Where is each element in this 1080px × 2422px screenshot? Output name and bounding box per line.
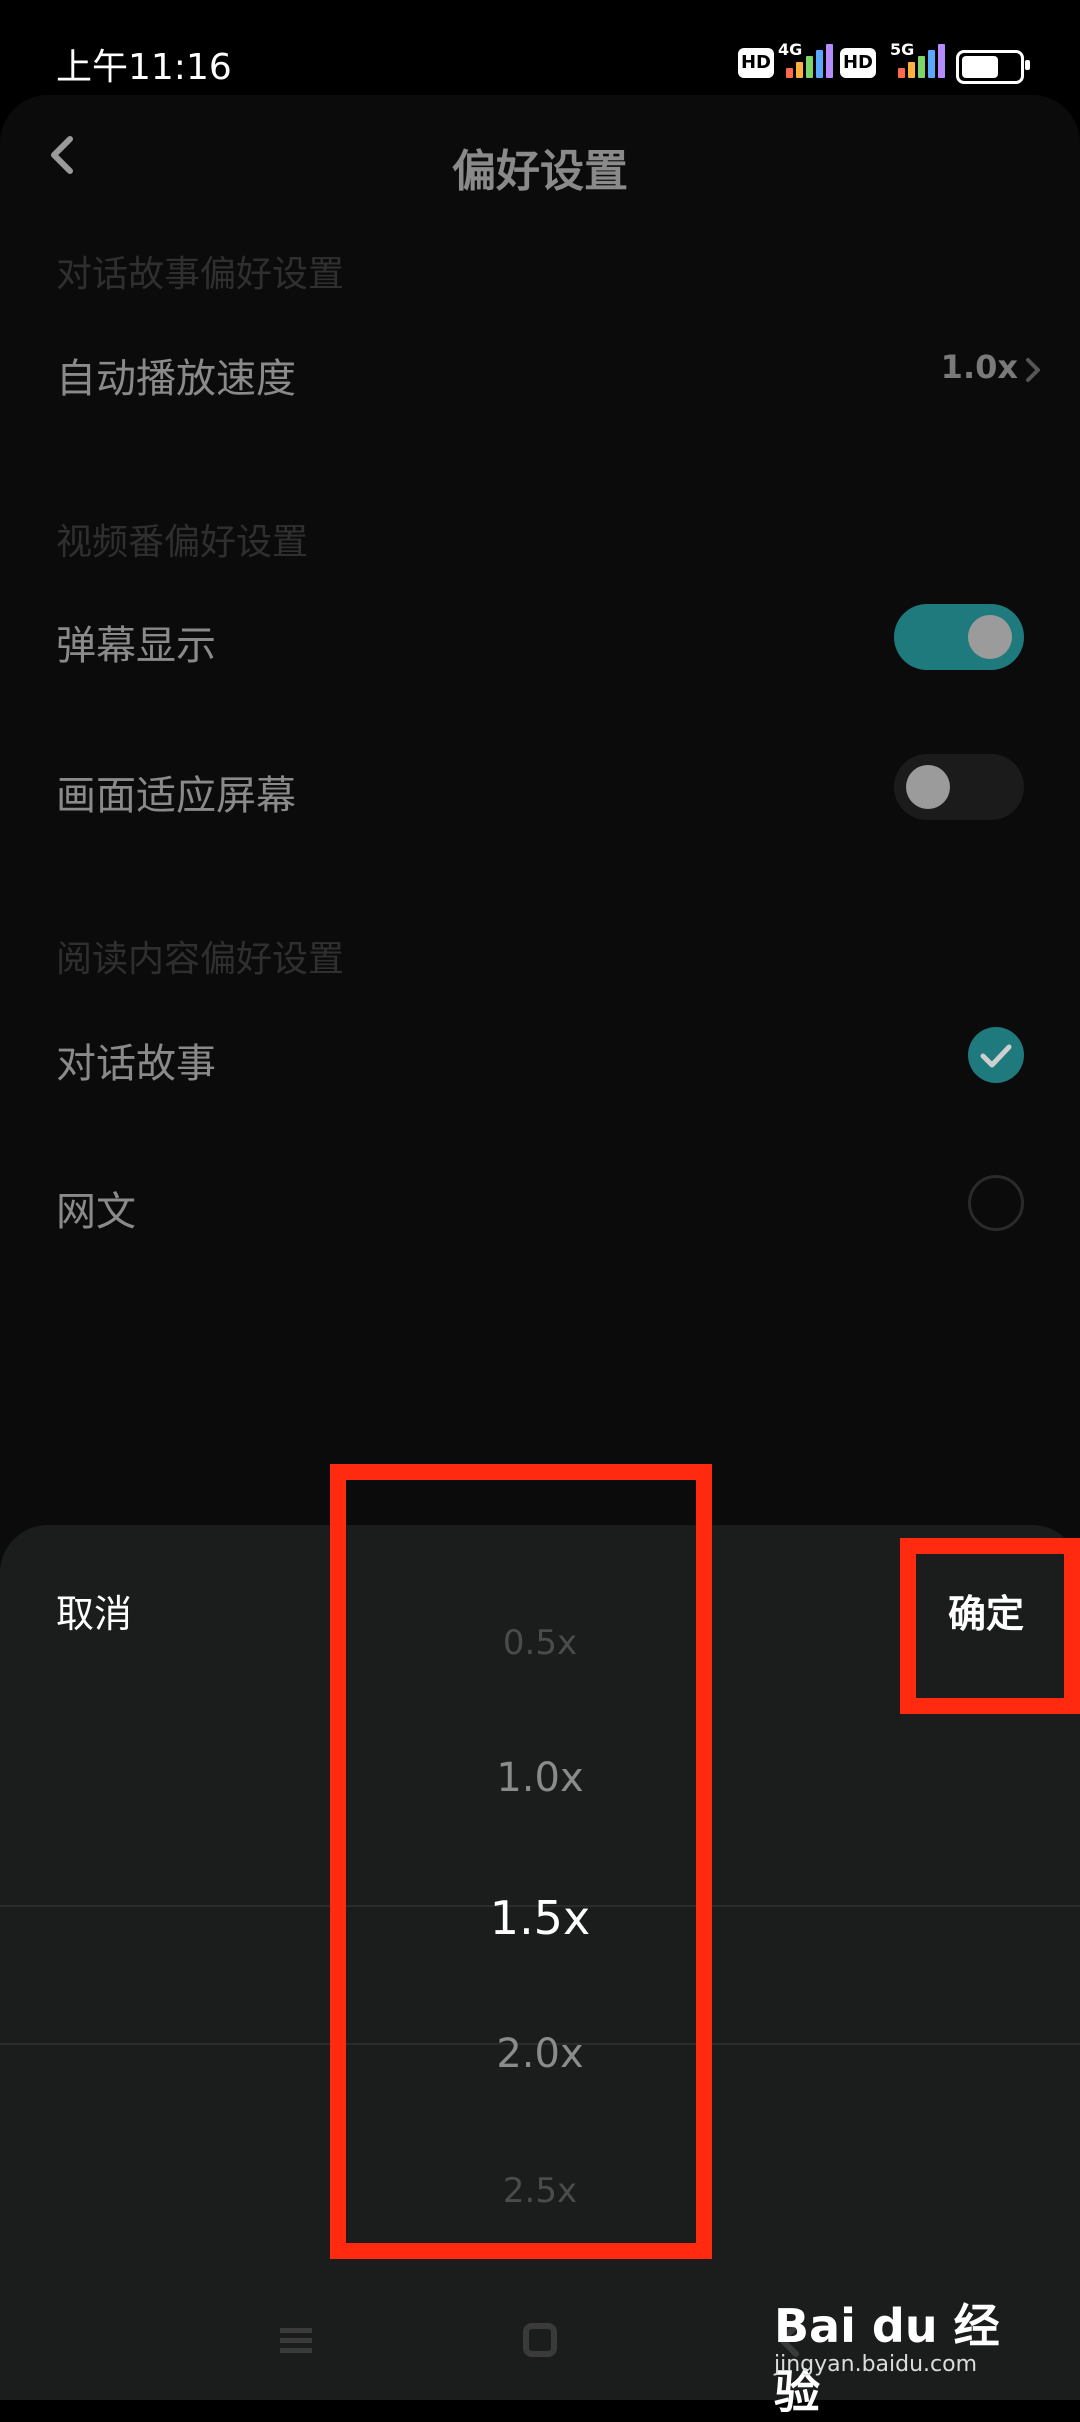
auto-play-speed-label: 自动播放速度 <box>56 356 296 402</box>
status-time: 上午11:16 <box>56 47 232 88</box>
section-title-video: 视频番偏好设置 <box>56 522 309 563</box>
annotation-frame-confirm <box>900 1538 1080 1714</box>
signal-bars-2-icon <box>898 44 946 78</box>
row-web-novel[interactable]: 网文 <box>0 1143 1080 1263</box>
web-novel-label: 网文 <box>56 1189 136 1235</box>
chevron-right-icon <box>1026 358 1040 382</box>
checkmark-icon <box>980 1044 1012 1068</box>
hd-badge-1: HD <box>738 48 774 78</box>
home-nav-icon[interactable] <box>520 2320 560 2360</box>
header: 偏好设置 <box>0 95 1080 215</box>
fit-screen-label: 画面适应屏幕 <box>56 773 296 819</box>
row-fit-screen: 画面适应屏幕 <box>0 727 1080 847</box>
danmaku-toggle[interactable] <box>894 604 1024 670</box>
baidu-jingyan-watermark: Bai du 经验 jingyan.baidu.com <box>774 2290 1024 2419</box>
row-auto-play-speed[interactable]: 自动播放速度 1.0x <box>0 310 1080 430</box>
dialogue-story-check[interactable] <box>968 1027 1024 1083</box>
dialogue-story-label: 对话故事 <box>56 1041 216 1087</box>
signal-bars-1-icon <box>786 44 834 78</box>
page-title: 偏好设置 <box>452 146 628 197</box>
watermark-url: jingyan.baidu.com <box>774 2352 978 2377</box>
web-novel-radio[interactable] <box>968 1175 1024 1231</box>
row-danmaku: 弹幕显示 <box>0 577 1080 697</box>
annotation-frame-picker <box>330 1464 712 2259</box>
status-bar: 上午11:16 HD 4G HD 5G <box>0 0 1080 95</box>
section-title-reading: 阅读内容偏好设置 <box>56 939 345 980</box>
section-title-dialogue: 对话故事偏好设置 <box>56 254 345 295</box>
hd-badge-2: HD <box>840 48 876 78</box>
danmaku-label: 弹幕显示 <box>56 623 216 669</box>
row-dialogue-story[interactable]: 对话故事 <box>0 995 1080 1115</box>
battery-icon <box>956 50 1030 84</box>
fit-screen-toggle[interactable] <box>894 754 1024 820</box>
auto-play-speed-value: 1.0x <box>940 348 1018 386</box>
menu-nav-icon[interactable] <box>276 2320 316 2360</box>
